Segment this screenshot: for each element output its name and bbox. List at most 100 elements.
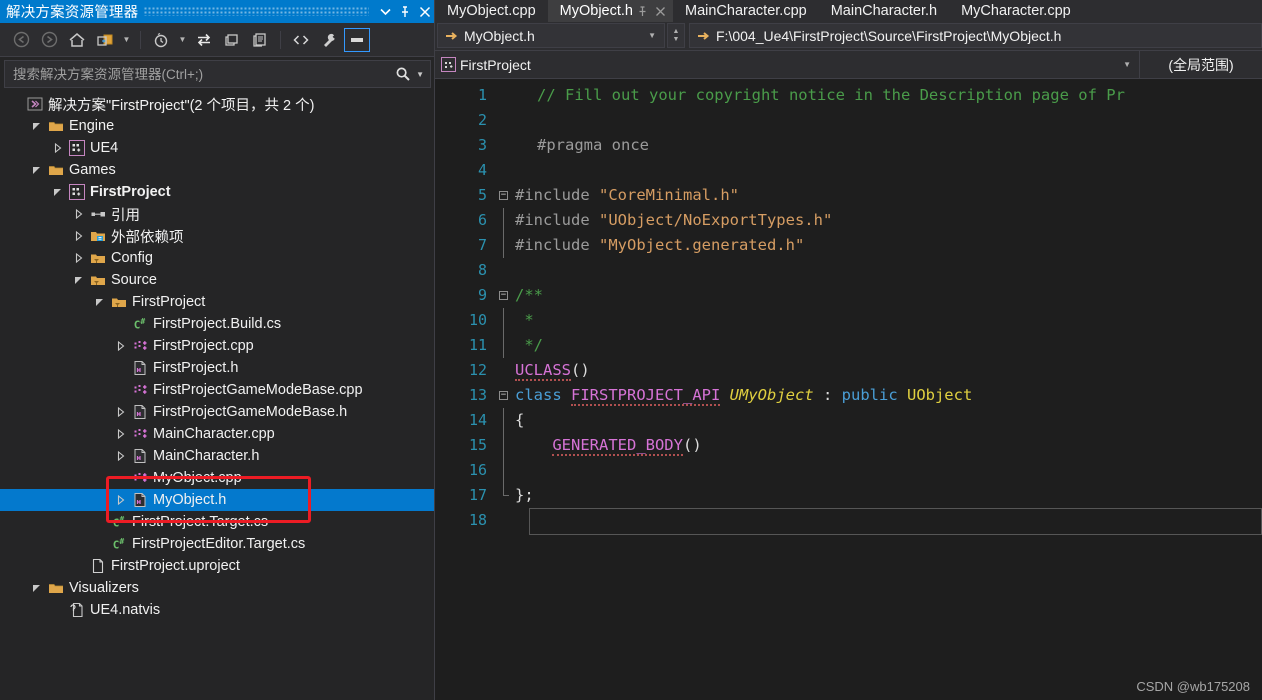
spinner-down-icon[interactable]: ▼ <box>673 36 680 44</box>
fold-row[interactable] <box>497 508 511 533</box>
tree-item[interactable]: FirstProject.h <box>0 357 435 379</box>
fold-collapse-icon[interactable]: − <box>499 391 508 400</box>
tree-item[interactable]: Config <box>0 247 435 269</box>
tree-item[interactable]: C# FirstProjectEditor.Target.cs <box>0 533 435 555</box>
expander-expanded-icon[interactable] <box>29 583 45 593</box>
fold-row[interactable] <box>497 308 511 333</box>
pin-icon[interactable] <box>395 0 415 23</box>
fold-row[interactable] <box>497 408 511 433</box>
fold-row[interactable]: − <box>497 283 511 308</box>
tree-item[interactable]: Engine <box>0 115 435 137</box>
tree-item[interactable]: Visualizers <box>0 577 435 599</box>
fold-row[interactable] <box>497 333 511 358</box>
tree-item[interactable]: FirstProjectGameModeBase.h <box>0 401 435 423</box>
editor-tabstrip[interactable]: MyObject.cpp MyObject.h MainCharacter.cpp… <box>435 0 1262 22</box>
tab-close-icon[interactable] <box>651 1 669 21</box>
fold-row[interactable]: − <box>497 183 511 208</box>
fold-row[interactable] <box>497 83 511 108</box>
fold-row[interactable] <box>497 483 511 508</box>
expander-collapsed-icon[interactable] <box>50 143 66 153</box>
editor-tab[interactable]: MyObject.h <box>547 0 673 22</box>
code-line[interactable]: #include "MyObject.generated.h" <box>511 233 1262 258</box>
back-arrow-icon[interactable] <box>8 28 34 52</box>
editor-tab[interactable]: MainCharacter.h <box>818 0 950 22</box>
project-scope-dropdown[interactable]: FirstProject ▼ <box>435 51 1140 78</box>
fold-row[interactable] <box>497 108 511 133</box>
file-selector-dropdown[interactable]: MyObject.h ▼ <box>437 23 665 48</box>
tree-item[interactable]: MainCharacter.h <box>0 445 435 467</box>
tree-item[interactable]: C# FirstProject.Build.cs <box>0 313 435 335</box>
fold-row[interactable] <box>497 358 511 383</box>
tree-item[interactable]: FirstProject <box>0 181 435 203</box>
drag-handle-dots[interactable] <box>144 0 369 23</box>
code-line[interactable] <box>511 108 1262 133</box>
code-line[interactable]: */ <box>511 333 1262 358</box>
expander-expanded-icon[interactable] <box>71 275 87 285</box>
tree-item[interactable]: UE4.natvis <box>0 599 435 621</box>
code-line[interactable] <box>511 158 1262 183</box>
search-dropdown-caret[interactable]: ▼ <box>416 70 424 79</box>
chevron-down-icon[interactable]: ▼ <box>648 31 656 40</box>
tree-item[interactable]: FirstProject.uproject <box>0 555 435 577</box>
tree-item[interactable]: 解决方案"FirstProject"(2 个项目，共 2 个) <box>0 93 435 115</box>
preview-icon[interactable] <box>344 27 370 52</box>
tree-item[interactable]: FirstProjectGameModeBase.cpp <box>0 379 435 401</box>
forward-arrow-icon[interactable] <box>36 28 62 52</box>
tree-item[interactable]: MyObject.cpp <box>0 467 435 489</box>
search-icon[interactable] <box>395 66 411 82</box>
expander-collapsed-icon[interactable] <box>113 451 129 461</box>
expander-collapsed-icon[interactable] <box>71 209 87 219</box>
tree-item[interactable]: 外部依赖项 <box>0 225 435 247</box>
code-line[interactable]: #pragma once <box>511 133 1262 158</box>
expander-expanded-icon[interactable] <box>29 121 45 131</box>
fold-row[interactable] <box>497 158 511 183</box>
code-surface[interactable]: 1 2 3 4 5 6 7 8 9 10 11 12 13 14 15 16 17 18 − − − // Fill … <box>435 79 1262 700</box>
expander-collapsed-icon[interactable] <box>71 253 87 263</box>
editor-tab[interactable]: MainCharacter.cpp <box>673 0 819 22</box>
fold-row[interactable] <box>497 258 511 283</box>
code-line[interactable]: }; <box>511 483 1262 508</box>
fold-row[interactable] <box>497 208 511 233</box>
expander-expanded-icon[interactable] <box>50 187 66 197</box>
fold-row[interactable] <box>497 233 511 258</box>
editor-tab[interactable]: MyObject.cpp <box>435 0 548 22</box>
home-icon[interactable] <box>64 28 90 52</box>
code-line[interactable]: class FIRSTPROJECT_API UMyObject : publi… <box>511 383 1262 408</box>
close-icon[interactable] <box>415 0 435 23</box>
tree-item[interactable]: C# FirstProject.Target.cs <box>0 511 435 533</box>
code-line[interactable] <box>511 458 1262 483</box>
tab-pin-icon[interactable] <box>633 1 651 21</box>
new-folder-icon[interactable] <box>92 28 118 52</box>
code-line[interactable]: * <box>511 308 1262 333</box>
solution-explorer-search[interactable]: ▼ <box>4 60 431 88</box>
tree-item[interactable]: Source <box>0 269 435 291</box>
fold-row[interactable]: − <box>497 383 511 408</box>
tree-item[interactable]: FirstProject.cpp <box>0 335 435 357</box>
code-text[interactable]: // Fill out your copyright notice in the… <box>511 79 1262 700</box>
code-line[interactable]: GENERATED_BODY() <box>511 433 1262 458</box>
code-line[interactable]: /** <box>511 283 1262 308</box>
expander-collapsed-icon[interactable] <box>113 341 129 351</box>
clock-filter-icon[interactable] <box>148 28 174 52</box>
new-folder-dropdown-caret[interactable]: ▼ <box>120 28 133 52</box>
code-line[interactable]: { <box>511 408 1262 433</box>
tree-item[interactable]: FirstProject <box>0 291 435 313</box>
chevron-down-icon-scope[interactable]: ▼ <box>1123 60 1131 69</box>
view-code-icon[interactable] <box>288 28 314 52</box>
nav-spinner[interactable]: ▲ ▼ <box>667 23 685 48</box>
search-input[interactable] <box>13 66 396 82</box>
tree-item[interactable]: MainCharacter.cpp <box>0 423 435 445</box>
fold-row[interactable] <box>497 433 511 458</box>
sync-icon[interactable] <box>191 28 217 52</box>
fold-collapse-icon[interactable]: − <box>499 291 508 300</box>
tree-item[interactable]: 引用 <box>0 203 435 225</box>
fold-margin[interactable]: − − − <box>497 79 511 700</box>
tree-item[interactable]: Games <box>0 159 435 181</box>
expander-expanded-icon[interactable] <box>29 165 45 175</box>
spinner-up-icon[interactable]: ▲ <box>673 28 680 36</box>
editor-tab[interactable]: MyCharacter.cpp <box>949 0 1083 22</box>
expander-collapsed-icon[interactable] <box>113 495 129 505</box>
expander-collapsed-icon[interactable] <box>113 407 129 417</box>
solution-tree[interactable]: 解决方案"FirstProject"(2 个项目，共 2 个) Engine U… <box>0 88 435 700</box>
tree-item[interactable]: UE4 <box>0 137 435 159</box>
